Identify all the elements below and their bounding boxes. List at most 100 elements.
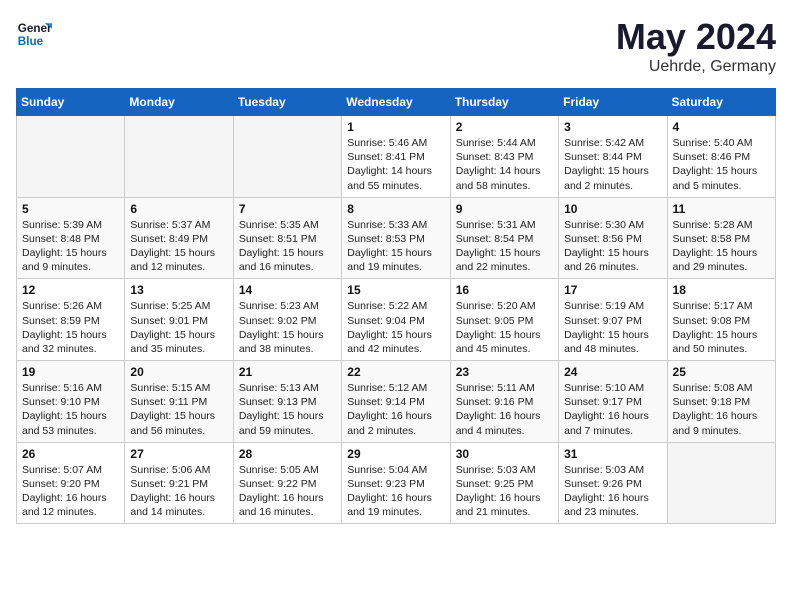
calendar-cell: 5 Sunrise: 5:39 AM Sunset: 8:48 PM Daylig… — [17, 197, 125, 279]
calendar-cell: 10 Sunrise: 5:30 AM Sunset: 8:56 PM Dayli… — [559, 197, 667, 279]
day-number: 31 — [564, 447, 661, 461]
day-number: 9 — [456, 202, 553, 216]
calendar-cell: 11 Sunrise: 5:28 AM Sunset: 8:58 PM Dayli… — [667, 197, 775, 279]
day-info: Sunrise: 5:28 AM Sunset: 8:58 PM Dayligh… — [673, 218, 770, 275]
day-info: Sunrise: 5:42 AM Sunset: 8:44 PM Dayligh… — [564, 136, 661, 193]
calendar-cell: 3 Sunrise: 5:42 AM Sunset: 8:44 PM Daylig… — [559, 116, 667, 198]
weekday-header-friday: Friday — [559, 89, 667, 116]
day-info: Sunrise: 5:05 AM Sunset: 9:22 PM Dayligh… — [239, 463, 336, 520]
day-info: Sunrise: 5:08 AM Sunset: 9:18 PM Dayligh… — [673, 381, 770, 438]
day-number: 28 — [239, 447, 336, 461]
day-info: Sunrise: 5:13 AM Sunset: 9:13 PM Dayligh… — [239, 381, 336, 438]
day-info: Sunrise: 5:03 AM Sunset: 9:26 PM Dayligh… — [564, 463, 661, 520]
weekday-header-thursday: Thursday — [450, 89, 558, 116]
day-info: Sunrise: 5:39 AM Sunset: 8:48 PM Dayligh… — [22, 218, 119, 275]
day-number: 24 — [564, 365, 661, 379]
calendar-cell: 9 Sunrise: 5:31 AM Sunset: 8:54 PM Daylig… — [450, 197, 558, 279]
day-info: Sunrise: 5:46 AM Sunset: 8:41 PM Dayligh… — [347, 136, 444, 193]
day-info: Sunrise: 5:26 AM Sunset: 8:59 PM Dayligh… — [22, 299, 119, 356]
day-number: 2 — [456, 120, 553, 134]
calendar-week-row: 26 Sunrise: 5:07 AM Sunset: 9:20 PM Dayli… — [17, 442, 776, 524]
day-number: 23 — [456, 365, 553, 379]
calendar-cell: 13Sunrise: 5:25 AM Sunset: 9:01 PM Dayli… — [125, 279, 233, 361]
day-info: Sunrise: 5:33 AM Sunset: 8:53 PM Dayligh… — [347, 218, 444, 275]
calendar-cell: 20 Sunrise: 5:15 AM Sunset: 9:11 PM Dayli… — [125, 361, 233, 443]
calendar-cell: 17 Sunrise: 5:19 AM Sunset: 9:07 PM Dayli… — [559, 279, 667, 361]
day-info: Sunrise: 5:35 AM Sunset: 8:51 PM Dayligh… — [239, 218, 336, 275]
day-number: 12 — [22, 283, 119, 297]
logo: General Blue — [16, 16, 52, 52]
calendar-cell — [233, 116, 341, 198]
calendar-week-row: 1Sunrise: 5:46 AM Sunset: 8:41 PM Daylig… — [17, 116, 776, 198]
calendar-cell: 31 Sunrise: 5:03 AM Sunset: 9:26 PM Dayli… — [559, 442, 667, 524]
day-info: Sunrise: 5:30 AM Sunset: 8:56 PM Dayligh… — [564, 218, 661, 275]
calendar-cell: 28 Sunrise: 5:05 AM Sunset: 9:22 PM Dayli… — [233, 442, 341, 524]
weekday-header-row: SundayMondayTuesdayWednesdayThursdayFrid… — [17, 89, 776, 116]
day-number: 11 — [673, 202, 770, 216]
calendar-cell: 2Sunrise: 5:44 AM Sunset: 8:43 PM Daylig… — [450, 116, 558, 198]
calendar-cell: 15 Sunrise: 5:22 AM Sunset: 9:04 PM Dayli… — [342, 279, 450, 361]
day-info: Sunrise: 5:40 AM Sunset: 8:46 PM Dayligh… — [673, 136, 770, 193]
logo-icon: General Blue — [16, 16, 52, 52]
calendar-cell: 8Sunrise: 5:33 AM Sunset: 8:53 PM Daylig… — [342, 197, 450, 279]
day-info: Sunrise: 5:07 AM Sunset: 9:20 PM Dayligh… — [22, 463, 119, 520]
day-number: 7 — [239, 202, 336, 216]
calendar-cell — [667, 442, 775, 524]
day-info: Sunrise: 5:25 AM Sunset: 9:01 PM Dayligh… — [130, 299, 227, 356]
calendar-cell: 26 Sunrise: 5:07 AM Sunset: 9:20 PM Dayli… — [17, 442, 125, 524]
day-number: 21 — [239, 365, 336, 379]
title-block: May 2024 Uehrde, Germany — [616, 16, 776, 76]
calendar-table: SundayMondayTuesdayWednesdayThursdayFrid… — [16, 88, 776, 524]
calendar-cell: 18 Sunrise: 5:17 AM Sunset: 9:08 PM Dayli… — [667, 279, 775, 361]
day-number: 17 — [564, 283, 661, 297]
day-number: 19 — [22, 365, 119, 379]
day-info: Sunrise: 5:23 AM Sunset: 9:02 PM Dayligh… — [239, 299, 336, 356]
calendar-cell: 4 Sunrise: 5:40 AM Sunset: 8:46 PM Daylig… — [667, 116, 775, 198]
day-number: 25 — [673, 365, 770, 379]
calendar-cell: 14 Sunrise: 5:23 AM Sunset: 9:02 PM Dayli… — [233, 279, 341, 361]
day-info: Sunrise: 5:11 AM Sunset: 9:16 PM Dayligh… — [456, 381, 553, 438]
day-info: Sunrise: 5:31 AM Sunset: 8:54 PM Dayligh… — [456, 218, 553, 275]
calendar-cell: 29 Sunrise: 5:04 AM Sunset: 9:23 PM Dayli… — [342, 442, 450, 524]
calendar-week-row: 19 Sunrise: 5:16 AM Sunset: 9:10 PM Dayli… — [17, 361, 776, 443]
day-info: Sunrise: 5:12 AM Sunset: 9:14 PM Dayligh… — [347, 381, 444, 438]
calendar-week-row: 12 Sunrise: 5:26 AM Sunset: 8:59 PM Dayli… — [17, 279, 776, 361]
day-number: 6 — [130, 202, 227, 216]
day-info: Sunrise: 5:22 AM Sunset: 9:04 PM Dayligh… — [347, 299, 444, 356]
day-number: 5 — [22, 202, 119, 216]
day-number: 10 — [564, 202, 661, 216]
svg-text:Blue: Blue — [18, 35, 44, 48]
weekday-header-tuesday: Tuesday — [233, 89, 341, 116]
day-info: Sunrise: 5:17 AM Sunset: 9:08 PM Dayligh… — [673, 299, 770, 356]
day-info: Sunrise: 5:06 AM Sunset: 9:21 PM Dayligh… — [130, 463, 227, 520]
calendar-cell: 21 Sunrise: 5:13 AM Sunset: 9:13 PM Dayli… — [233, 361, 341, 443]
day-number: 3 — [564, 120, 661, 134]
calendar-cell: 27Sunrise: 5:06 AM Sunset: 9:21 PM Dayli… — [125, 442, 233, 524]
day-number: 29 — [347, 447, 444, 461]
calendar-cell: 1Sunrise: 5:46 AM Sunset: 8:41 PM Daylig… — [342, 116, 450, 198]
day-number: 15 — [347, 283, 444, 297]
weekday-header-saturday: Saturday — [667, 89, 775, 116]
calendar-cell: 24 Sunrise: 5:10 AM Sunset: 9:17 PM Dayli… — [559, 361, 667, 443]
calendar-cell: 22Sunrise: 5:12 AM Sunset: 9:14 PM Dayli… — [342, 361, 450, 443]
day-info: Sunrise: 5:16 AM Sunset: 9:10 PM Dayligh… — [22, 381, 119, 438]
day-info: Sunrise: 5:15 AM Sunset: 9:11 PM Dayligh… — [130, 381, 227, 438]
day-number: 26 — [22, 447, 119, 461]
weekday-header-monday: Monday — [125, 89, 233, 116]
day-number: 4 — [673, 120, 770, 134]
day-info: Sunrise: 5:10 AM Sunset: 9:17 PM Dayligh… — [564, 381, 661, 438]
calendar-cell: 12 Sunrise: 5:26 AM Sunset: 8:59 PM Dayli… — [17, 279, 125, 361]
title-location: Uehrde, Germany — [616, 58, 776, 76]
day-number: 14 — [239, 283, 336, 297]
weekday-header-sunday: Sunday — [17, 89, 125, 116]
calendar-week-row: 5 Sunrise: 5:39 AM Sunset: 8:48 PM Daylig… — [17, 197, 776, 279]
calendar-cell: 23 Sunrise: 5:11 AM Sunset: 9:16 PM Dayli… — [450, 361, 558, 443]
day-number: 20 — [130, 365, 227, 379]
calendar-cell: 19 Sunrise: 5:16 AM Sunset: 9:10 PM Dayli… — [17, 361, 125, 443]
calendar-cell — [125, 116, 233, 198]
day-number: 18 — [673, 283, 770, 297]
calendar-cell: 30Sunrise: 5:03 AM Sunset: 9:25 PM Dayli… — [450, 442, 558, 524]
day-info: Sunrise: 5:37 AM Sunset: 8:49 PM Dayligh… — [130, 218, 227, 275]
day-info: Sunrise: 5:04 AM Sunset: 9:23 PM Dayligh… — [347, 463, 444, 520]
day-info: Sunrise: 5:19 AM Sunset: 9:07 PM Dayligh… — [564, 299, 661, 356]
